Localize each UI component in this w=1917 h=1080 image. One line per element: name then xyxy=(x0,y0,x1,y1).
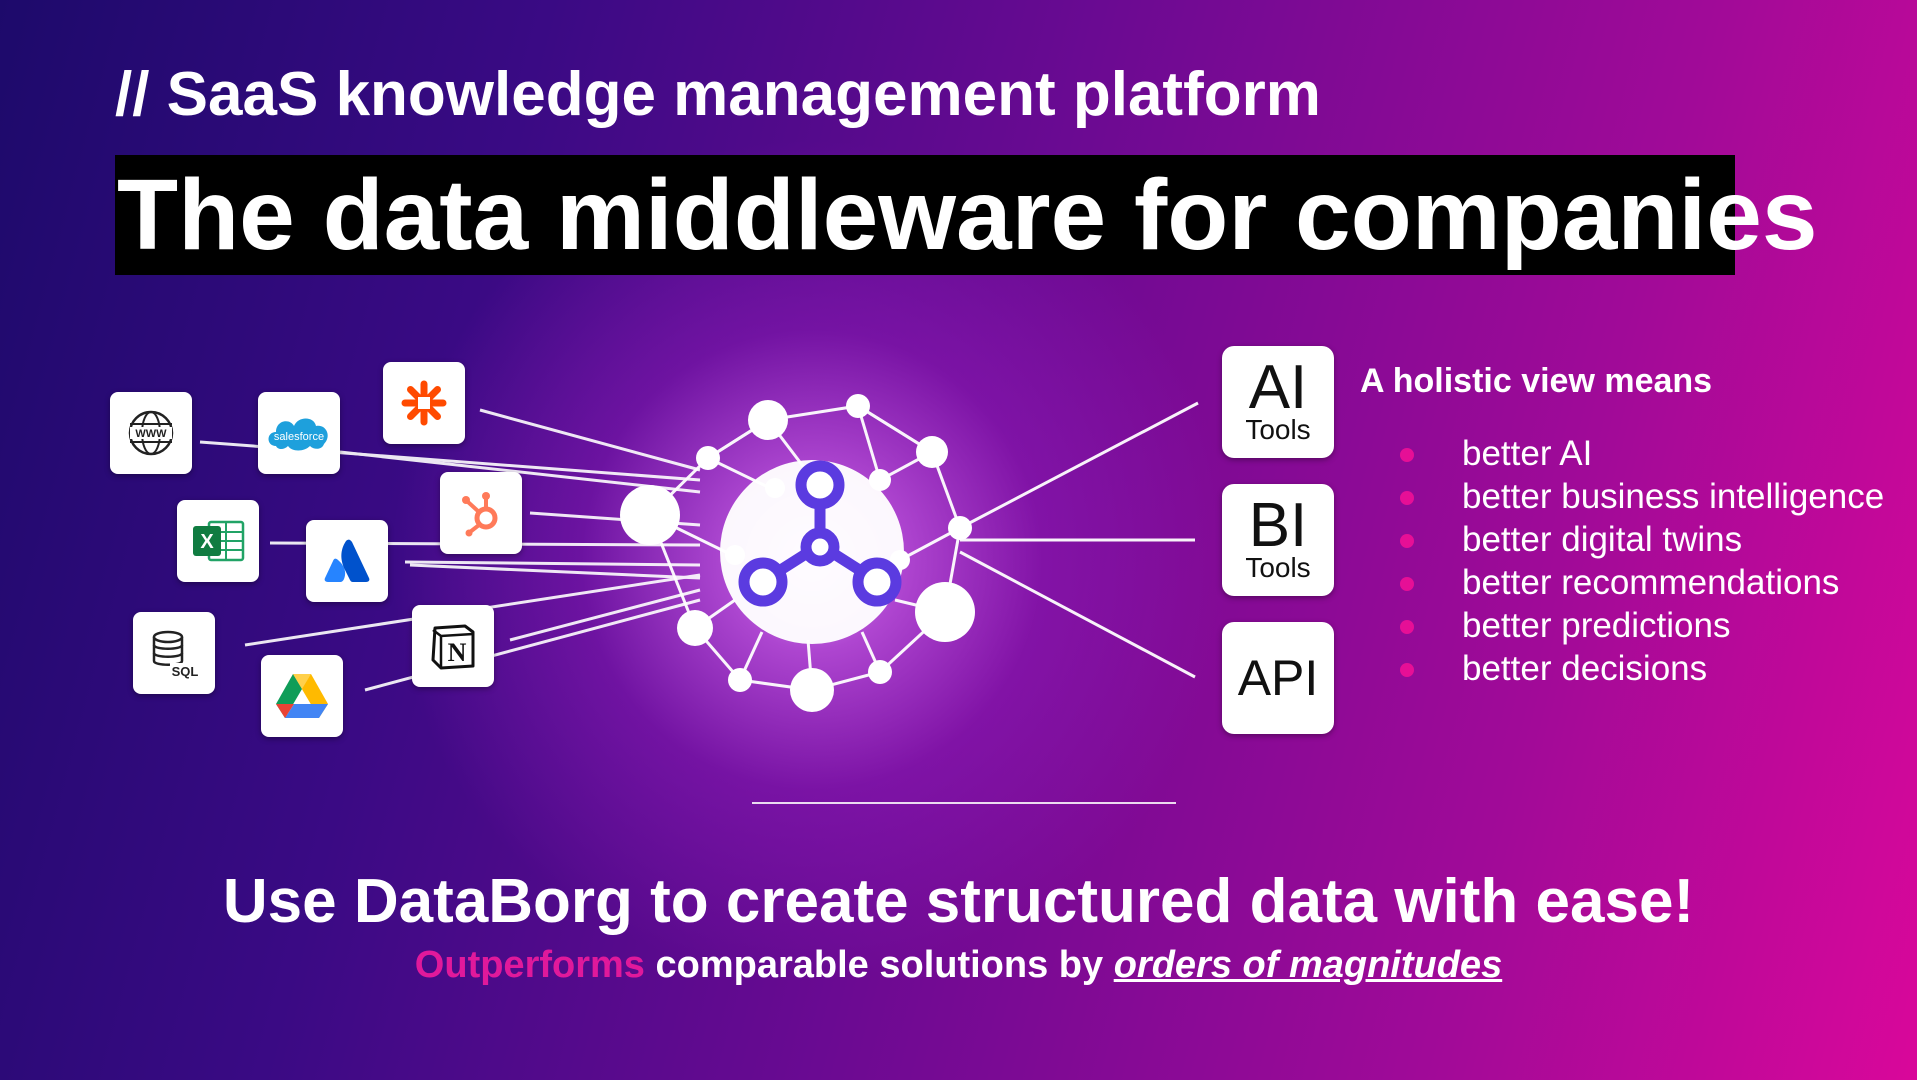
benefits-heading: A holistic view means xyxy=(1360,362,1713,400)
ai-tools-big-label: AI xyxy=(1248,353,1308,422)
hubspot-icon xyxy=(440,472,522,554)
bullet-icon xyxy=(1400,663,1414,677)
www-label: WWW xyxy=(135,428,167,440)
api-tile: API xyxy=(1222,622,1334,734)
atlassian-icon xyxy=(306,520,388,602)
benefit-item: better recommendations xyxy=(1400,561,1884,604)
tagline-emphasis: orders of magnitudes xyxy=(1113,944,1503,986)
benefits-list: better AI better business intelligence b… xyxy=(1400,432,1884,690)
salesforce-label: salesforce xyxy=(274,431,324,443)
divider xyxy=(752,802,1176,804)
benefit-item: better AI xyxy=(1400,432,1884,475)
notion-icon: N xyxy=(412,605,494,687)
google-drive-icon xyxy=(261,655,343,737)
sql-label: SQL xyxy=(172,664,199,679)
benefit-text: better business intelligence xyxy=(1462,477,1885,516)
benefit-item: better decisions xyxy=(1400,647,1884,690)
zapier-icon xyxy=(383,362,465,444)
bi-tools-tile: BI Tools xyxy=(1222,484,1334,596)
excel-label: X xyxy=(200,531,214,553)
bullet-icon xyxy=(1400,620,1414,634)
benefit-text: better digital twins xyxy=(1462,520,1743,559)
api-label: API xyxy=(1237,650,1319,706)
sql-database-icon: SQL xyxy=(133,612,215,694)
salesforce-icon: salesforce xyxy=(258,392,340,474)
www-icon: WWW xyxy=(110,392,192,474)
benefit-text: better recommendations xyxy=(1462,563,1840,602)
notion-label: N xyxy=(448,638,467,667)
benefit-item: better digital twins xyxy=(1400,518,1884,561)
bullet-icon xyxy=(1400,534,1414,548)
benefit-text: better AI xyxy=(1462,434,1593,473)
benefit-item: better business intelligence xyxy=(1400,475,1884,518)
bullet-icon xyxy=(1400,577,1414,591)
tagline: Outperforms comparable solutions by orde… xyxy=(0,944,1917,987)
ai-tools-small-label: Tools xyxy=(1245,414,1311,445)
benefit-text: better predictions xyxy=(1462,606,1731,645)
ai-tools-tile: AI Tools xyxy=(1222,346,1334,458)
output-connection-lines xyxy=(959,401,1199,679)
bullet-icon xyxy=(1400,491,1414,505)
tagline-middle: comparable solutions by xyxy=(644,944,1114,986)
bullet-icon xyxy=(1400,448,1414,462)
benefit-text: better decisions xyxy=(1462,649,1708,688)
excel-icon: X xyxy=(177,500,259,582)
call-to-action: Use DataBorg to create structured data w… xyxy=(222,867,1695,936)
benefit-item: better predictions xyxy=(1400,604,1884,647)
bi-tools-small-label: Tools xyxy=(1245,552,1311,583)
bi-tools-big-label: BI xyxy=(1248,491,1308,560)
tagline-highlight: Outperforms xyxy=(414,944,645,986)
